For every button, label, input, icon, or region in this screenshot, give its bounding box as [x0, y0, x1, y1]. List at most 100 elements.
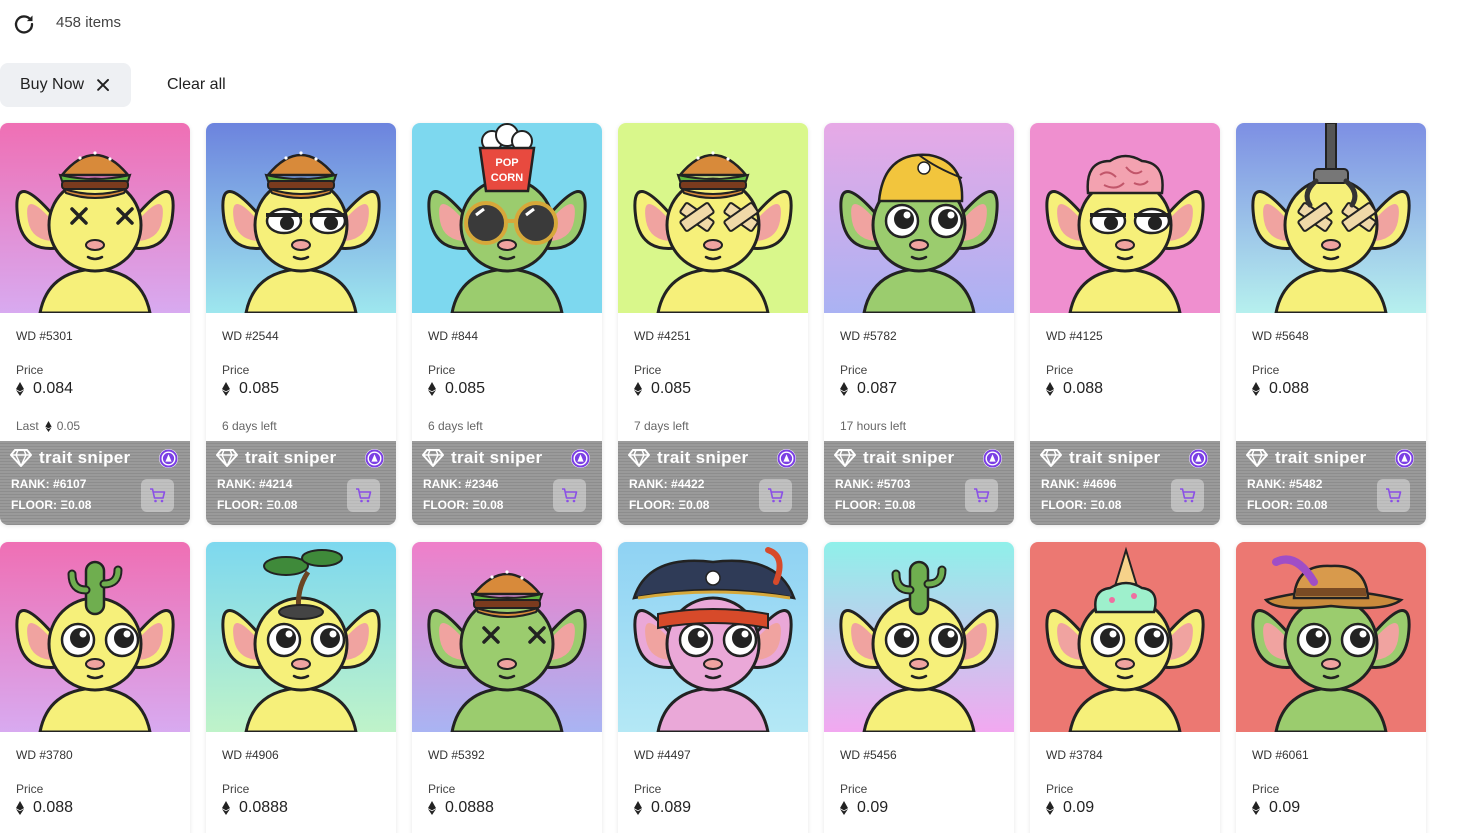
diamond-icon — [1040, 449, 1062, 467]
cart-icon — [974, 488, 990, 503]
trait-sniper-panel: trait sniper RANK: #6107 FLOOR: Ξ0.08 — [0, 441, 190, 525]
rank-value: #6107 — [53, 477, 87, 491]
add-to-cart-button[interactable] — [965, 479, 998, 512]
nft-art[interactable]: POP CORN — [412, 123, 602, 313]
nft-card[interactable]: WD #5456 Price 0.09 — [824, 542, 1014, 833]
nft-card[interactable]: WD #5648 Price 0.088 trait sniper RANK: #548… — [1236, 123, 1426, 525]
close-icon[interactable] — [96, 78, 110, 92]
nft-art[interactable] — [206, 542, 396, 732]
add-to-cart-button[interactable] — [1377, 479, 1410, 512]
last-price: 0.05 — [56, 419, 81, 433]
add-to-cart-button[interactable] — [1171, 479, 1204, 512]
nft-card[interactable]: WD #4251 Price 0.085 7 days left trait snipe… — [618, 123, 808, 525]
price-amount: 0.089 — [651, 799, 692, 816]
nft-card[interactable]: POP CORN WD #844 Price 0.085 6 days left trait… — [412, 123, 602, 525]
price-amount: 0.088 — [1063, 380, 1104, 397]
price-value: 0.088 — [1046, 380, 1103, 398]
price-value: 0.088 — [1252, 380, 1309, 398]
filter-chip-buy-now[interactable]: Buy Now — [0, 63, 131, 107]
nft-art[interactable] — [824, 542, 1014, 732]
trait-sniper-logo: trait sniper — [422, 448, 542, 468]
price-label: Price — [222, 363, 250, 377]
nft-image — [206, 542, 396, 732]
add-to-cart-button[interactable] — [141, 479, 174, 512]
nft-card[interactable]: WD #4906 Price 0.0888 — [206, 542, 396, 833]
add-to-cart-button[interactable] — [553, 479, 586, 512]
time-left: 17 hours left — [840, 419, 907, 433]
nft-name: WD #5392 — [428, 748, 485, 762]
nft-image — [206, 123, 396, 313]
nft-art[interactable] — [0, 542, 190, 732]
rank-text: RANK: #4696 — [1041, 477, 1116, 491]
diamond-icon — [216, 449, 238, 467]
filter-chip-label: Buy Now — [20, 76, 85, 93]
nft-art[interactable] — [618, 123, 808, 313]
price-label: Price — [222, 782, 250, 796]
rank-label: RANK: — [1247, 477, 1286, 491]
nft-card[interactable]: WD #5782 Price 0.087 17 hours left trait sni… — [824, 123, 1014, 525]
price-value: 0.089 — [634, 799, 691, 817]
nft-card[interactable]: WD #6061 Price 0.09 — [1236, 542, 1426, 833]
add-to-cart-button[interactable] — [347, 479, 380, 512]
price-value: 0.085 — [428, 380, 485, 398]
floor-value: Ξ0.08 — [1090, 498, 1122, 512]
nft-card[interactable]: WD #5301 Price 0.084 Last 0.05 trait sniper RA… — [0, 123, 190, 525]
eth-icon — [16, 801, 24, 815]
nft-card[interactable]: WD #4497 Price 0.089 — [618, 542, 808, 833]
last-label: Last — [16, 419, 39, 433]
nft-art[interactable] — [1236, 123, 1426, 313]
cart-icon — [150, 488, 166, 503]
clear-all-button[interactable]: Clear all — [167, 76, 226, 94]
nft-art[interactable] — [1030, 542, 1220, 732]
trait-sniper-logo: trait sniper — [1246, 448, 1366, 468]
marketplace-badge-icon — [1395, 449, 1414, 468]
floor-label: FLOOR: — [629, 498, 675, 512]
svg-text:CORN: CORN — [491, 172, 523, 184]
nft-art[interactable] — [206, 123, 396, 313]
price-value: 0.0888 — [428, 799, 494, 817]
price-value: 0.09 — [840, 799, 888, 817]
nft-image — [0, 123, 190, 313]
nft-name: WD #5648 — [1252, 329, 1309, 343]
refresh-icon[interactable] — [12, 12, 36, 36]
price-label: Price — [1046, 782, 1074, 796]
nft-name: WD #3780 — [16, 748, 73, 762]
price-value: 0.084 — [16, 380, 73, 398]
floor-label: FLOOR: — [423, 498, 469, 512]
price-amount: 0.09 — [857, 799, 889, 816]
rank-value: #5482 — [1289, 477, 1323, 491]
add-to-cart-button[interactable] — [759, 479, 792, 512]
nft-card[interactable]: WD #2544 Price 0.085 6 days left trait snipe… — [206, 123, 396, 525]
rank-text: RANK: #2346 — [423, 477, 498, 491]
floor-text: FLOOR: Ξ0.08 — [1041, 498, 1121, 512]
nft-image — [1030, 542, 1220, 732]
price-value: 0.0888 — [222, 799, 288, 817]
nft-image — [1236, 542, 1426, 732]
nft-art[interactable] — [412, 542, 602, 732]
nft-card[interactable]: WD #3784 Price 0.09 — [1030, 542, 1220, 833]
floor-text: FLOOR: Ξ0.08 — [423, 498, 503, 512]
nft-art[interactable] — [1236, 542, 1426, 732]
nft-art[interactable] — [0, 123, 190, 313]
diamond-icon — [834, 449, 856, 467]
price-label: Price — [1252, 363, 1280, 377]
floor-value: Ξ0.08 — [1296, 498, 1328, 512]
rank-value: #4696 — [1083, 477, 1117, 491]
price-amount: 0.084 — [33, 380, 74, 397]
price-amount: 0.09 — [1269, 799, 1301, 816]
price-label: Price — [16, 363, 44, 377]
nft-card[interactable]: WD #5392 Price 0.0888 — [412, 542, 602, 833]
rank-label: RANK: — [423, 477, 462, 491]
trait-sniper-brand: trait sniper — [451, 448, 543, 467]
rank-text: RANK: #4214 — [217, 477, 292, 491]
nft-art[interactable] — [824, 123, 1014, 313]
last-sale: Last 0.05 — [16, 419, 80, 433]
nft-name: WD #5456 — [840, 748, 897, 762]
diamond-icon — [10, 449, 32, 467]
nft-art[interactable] — [618, 542, 808, 732]
nft-card[interactable]: WD #4125 Price 0.088 trait sniper RANK: #469… — [1030, 123, 1220, 525]
price-label: Price — [428, 782, 456, 796]
nft-image — [618, 123, 808, 313]
nft-card[interactable]: WD #3780 Price 0.088 — [0, 542, 190, 833]
nft-art[interactable] — [1030, 123, 1220, 313]
